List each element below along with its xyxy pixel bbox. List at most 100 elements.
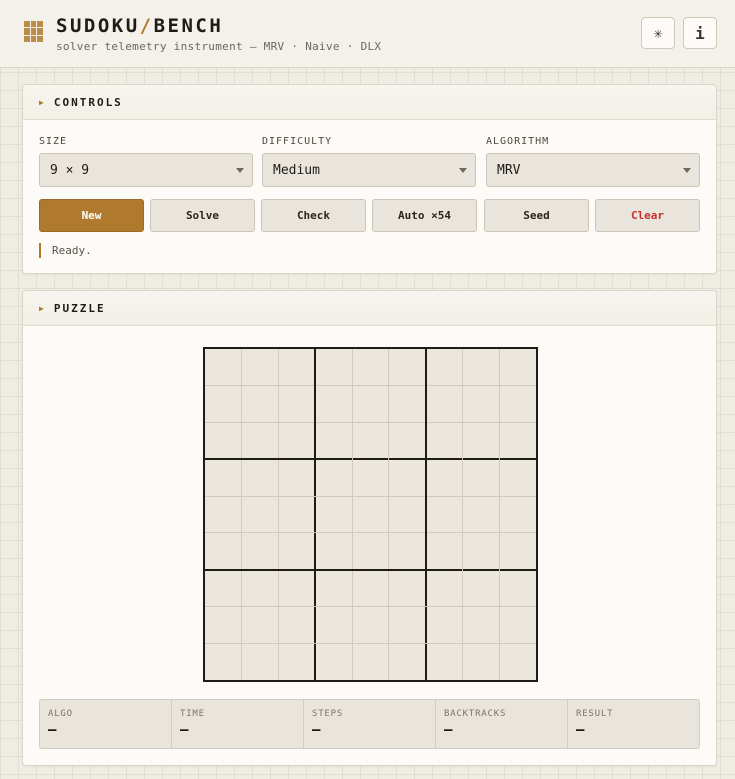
controls-panel-header[interactable]: ▶ CONTROLS (23, 85, 716, 120)
sudoku-cell[interactable] (205, 643, 242, 680)
sudoku-cell[interactable] (462, 423, 499, 460)
sudoku-cell[interactable] (242, 386, 279, 423)
theme-toggle-button[interactable]: ✳ (641, 17, 675, 49)
app-subtitle: solver telemetry instrument — MRV · Naiv… (56, 40, 382, 53)
sudoku-cell[interactable] (242, 423, 279, 460)
sudoku-cell[interactable] (426, 349, 463, 386)
sudoku-cell[interactable] (315, 423, 352, 460)
sudoku-cell[interactable] (205, 459, 242, 496)
difficulty-select[interactable]: Medium (262, 153, 476, 187)
solve-button[interactable]: Solve (150, 199, 255, 232)
sudoku-cell[interactable] (279, 570, 316, 607)
sudoku-cell[interactable] (499, 349, 536, 386)
sudoku-cell[interactable] (205, 570, 242, 607)
sudoku-cell[interactable] (315, 643, 352, 680)
sudoku-cell[interactable] (279, 643, 316, 680)
sudoku-cell[interactable] (205, 606, 242, 643)
sudoku-cell[interactable] (279, 459, 316, 496)
sudoku-cell[interactable] (352, 386, 389, 423)
sudoku-cell[interactable] (499, 570, 536, 607)
sudoku-cell[interactable] (279, 349, 316, 386)
sudoku-cell[interactable] (279, 496, 316, 533)
sudoku-cell[interactable] (462, 496, 499, 533)
puzzle-panel-header[interactable]: ▶ PUZZLE (23, 291, 716, 326)
sudoku-cell[interactable] (426, 570, 463, 607)
sudoku-cell[interactable] (389, 423, 426, 460)
sudoku-cell[interactable] (499, 643, 536, 680)
sudoku-cell[interactable] (242, 643, 279, 680)
sudoku-cell[interactable] (205, 349, 242, 386)
sudoku-cell[interactable] (205, 386, 242, 423)
sudoku-cell[interactable] (352, 459, 389, 496)
seed-button[interactable]: Seed (484, 199, 589, 232)
sudoku-cell[interactable] (462, 643, 499, 680)
sudoku-cell[interactable] (352, 496, 389, 533)
sudoku-cell[interactable] (242, 496, 279, 533)
sudoku-cell[interactable] (315, 533, 352, 570)
sudoku-cell[interactable] (426, 386, 463, 423)
sudoku-cell[interactable] (462, 349, 499, 386)
sudoku-cell[interactable] (279, 606, 316, 643)
sudoku-cell[interactable] (499, 606, 536, 643)
sudoku-cell[interactable] (352, 606, 389, 643)
sudoku-cell[interactable] (462, 459, 499, 496)
info-button[interactable]: i (683, 17, 717, 49)
telemetry-label: STEPS (312, 709, 344, 719)
sudoku-cell[interactable] (205, 533, 242, 570)
auto-button[interactable]: Auto ×54 (372, 199, 477, 232)
clear-button[interactable]: Clear (595, 199, 700, 232)
sudoku-cell[interactable] (462, 533, 499, 570)
sudoku-cell[interactable] (499, 496, 536, 533)
sudoku-cell[interactable] (389, 349, 426, 386)
algorithm-select[interactable]: MRV (486, 153, 700, 187)
sudoku-cell[interactable] (462, 606, 499, 643)
telemetry-value: — (576, 722, 585, 738)
sudoku-cell[interactable] (426, 643, 463, 680)
sudoku-cell[interactable] (315, 570, 352, 607)
sudoku-cell[interactable] (499, 386, 536, 423)
sudoku-cell[interactable] (315, 349, 352, 386)
sudoku-cell[interactable] (426, 423, 463, 460)
sudoku-cell[interactable] (352, 349, 389, 386)
sudoku-cell[interactable] (426, 606, 463, 643)
sudoku-cell[interactable] (205, 423, 242, 460)
sudoku-cell[interactable] (462, 386, 499, 423)
sudoku-cell[interactable] (389, 533, 426, 570)
telemetry-bar: ALGO — TIME — STEPS — BACKTRACKS — RESULT — (39, 699, 700, 749)
sudoku-cell[interactable] (205, 496, 242, 533)
sudoku-cell[interactable] (279, 386, 316, 423)
sudoku-cell[interactable] (242, 459, 279, 496)
sudoku-cell[interactable] (315, 386, 352, 423)
sudoku-cell[interactable] (499, 423, 536, 460)
cell-divider-horizontal (205, 495, 536, 497)
sudoku-cell[interactable] (279, 423, 316, 460)
sudoku-cell[interactable] (352, 643, 389, 680)
sudoku-cell[interactable] (499, 533, 536, 570)
sudoku-cell[interactable] (389, 606, 426, 643)
size-select[interactable]: 9 × 9 (39, 153, 253, 187)
sudoku-cell[interactable] (242, 349, 279, 386)
sudoku-cell[interactable] (352, 570, 389, 607)
sudoku-cell[interactable] (426, 533, 463, 570)
sudoku-cell[interactable] (389, 459, 426, 496)
sudoku-cell[interactable] (279, 533, 316, 570)
sudoku-cell[interactable] (389, 386, 426, 423)
sudoku-cell[interactable] (462, 570, 499, 607)
sudoku-cell[interactable] (352, 423, 389, 460)
sudoku-cell[interactable] (242, 606, 279, 643)
sudoku-cell[interactable] (389, 570, 426, 607)
sudoku-cell[interactable] (242, 533, 279, 570)
grid-logo-icon (24, 21, 43, 42)
sudoku-cell[interactable] (389, 496, 426, 533)
sudoku-cell[interactable] (499, 459, 536, 496)
sudoku-cell[interactable] (352, 533, 389, 570)
sudoku-cell[interactable] (315, 459, 352, 496)
sudoku-cell[interactable] (242, 570, 279, 607)
sudoku-cell[interactable] (315, 496, 352, 533)
check-button[interactable]: Check (261, 199, 366, 232)
sudoku-cell[interactable] (315, 606, 352, 643)
new-button[interactable]: New (39, 199, 144, 232)
sudoku-cell[interactable] (426, 496, 463, 533)
sudoku-cell[interactable] (389, 643, 426, 680)
sudoku-cell[interactable] (426, 459, 463, 496)
